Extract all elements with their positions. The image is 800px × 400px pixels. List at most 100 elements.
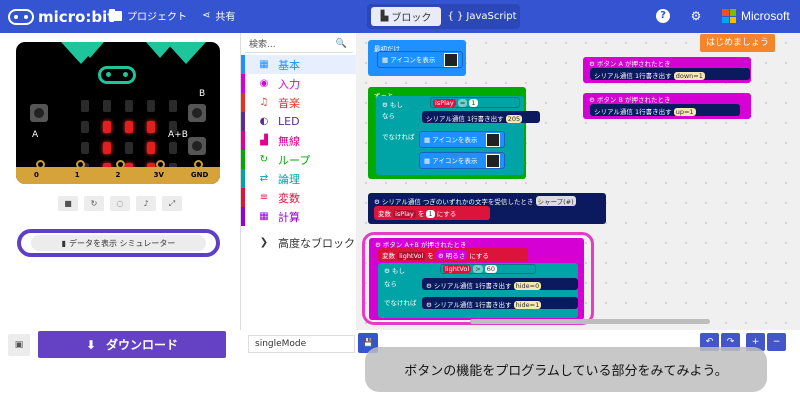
toolbox-category-5[interactable]: ↻ ループ bbox=[241, 150, 356, 169]
toolbox-category-8[interactable]: ▦ 計算 bbox=[241, 207, 356, 226]
toolbox-category-9[interactable]: ❯ 高度なブロック bbox=[241, 233, 356, 252]
collapse-sim-button[interactable]: ▣ bbox=[8, 334, 30, 356]
toolbox-category-6[interactable]: ⇄ 論理 bbox=[241, 169, 356, 188]
category-label: 論理 bbox=[278, 172, 300, 186]
microsoft-squares-icon bbox=[722, 9, 736, 23]
toolbox-category-4[interactable]: ▟ 無線 bbox=[241, 131, 356, 150]
share-button[interactable]: ⋖ 共有 bbox=[202, 8, 235, 23]
pin-label[interactable]: 0 bbox=[16, 167, 57, 184]
tab-blocks[interactable]: ▙ ブロック bbox=[371, 7, 441, 26]
button-a[interactable] bbox=[30, 104, 48, 122]
corner-notch-icon bbox=[166, 42, 206, 64]
serial-write-205[interactable]: シリアル通信 1行書き出す 205 bbox=[422, 111, 540, 123]
tutorial-caption: ボタンの機能をプログラムしている部分をみてみよう。 bbox=[365, 347, 767, 392]
toolbox-category-3[interactable]: ◐ LED bbox=[241, 112, 356, 131]
show-data-inner: ▮ データを表示 シミュレーター bbox=[31, 235, 206, 251]
button-ab-label: A+B bbox=[168, 130, 188, 140]
category-label: ループ bbox=[278, 153, 311, 167]
val-one[interactable]: 1 bbox=[469, 99, 478, 107]
serial-write-up[interactable]: シリアル通信 1行書き出す up=1 bbox=[590, 104, 740, 116]
restart-icon[interactable]: ↻ bbox=[84, 196, 104, 211]
if-text: もし bbox=[389, 101, 403, 109]
gear-icon: ⚙ bbox=[382, 101, 390, 109]
val-1[interactable]: 1 bbox=[426, 210, 435, 218]
else-label: でなければ bbox=[382, 133, 415, 141]
icon-preview[interactable] bbox=[486, 154, 500, 168]
microbit-simulator[interactable]: A B A+B 0 1 2 3V GND bbox=[16, 42, 220, 184]
serial-write-down[interactable]: シリアル通信 1行書き出す down=1 bbox=[590, 68, 750, 80]
toolbox-category-2[interactable]: ♫ 音楽 bbox=[241, 93, 356, 112]
top-bar: micro:bit プロジェクト ⋖ 共有 ▙ ブロック { } JavaScrip… bbox=[0, 0, 800, 33]
icon-preview[interactable] bbox=[444, 53, 458, 67]
delimiter-dropdown[interactable]: シャープ(#) bbox=[535, 196, 576, 206]
led bbox=[81, 100, 89, 112]
show-icon-block[interactable]: ▦ アイコンを表示 bbox=[377, 51, 463, 68]
toolbox-category-1[interactable]: ◉ 入力 bbox=[241, 74, 356, 93]
pin-label[interactable]: 2 bbox=[98, 167, 139, 184]
set-var-block[interactable]: 変数 isPlay を 1 にする bbox=[374, 206, 490, 220]
getting-started-button[interactable]: はじめましょう bbox=[700, 34, 775, 52]
pin-label[interactable]: 1 bbox=[57, 167, 98, 184]
led bbox=[81, 121, 89, 133]
fullscreen-icon[interactable]: ⤢ bbox=[162, 196, 182, 211]
show-icon-block-2[interactable]: ▦ アイコンを表示 bbox=[419, 131, 505, 148]
category-label: 計算 bbox=[278, 210, 300, 224]
category-label: 高度なブロック bbox=[278, 236, 355, 250]
help-icon[interactable]: ? bbox=[656, 9, 670, 23]
tab-javascript[interactable]: { } JavaScript bbox=[447, 7, 517, 26]
category-label: 音楽 bbox=[278, 96, 300, 110]
corner-notch-icon bbox=[76, 42, 104, 58]
serial-label: シリアル通信 1行書き出す bbox=[594, 108, 672, 116]
category-icon: ❯ bbox=[259, 237, 269, 248]
show-data-button[interactable]: ▮ データを表示 シミュレーター bbox=[17, 229, 220, 257]
compare-block[interactable]: isPlay = 1 bbox=[430, 97, 520, 108]
button-ab[interactable] bbox=[188, 137, 206, 155]
microsoft-logo[interactable]: Microsoft bbox=[722, 9, 790, 23]
category-icon: ♫ bbox=[259, 97, 269, 108]
val-up1[interactable]: up=1 bbox=[673, 108, 696, 116]
toolbox-category-0[interactable]: ▦ 基本 bbox=[241, 55, 356, 74]
mute-icon[interactable]: ♪ bbox=[136, 196, 156, 211]
tab-blocks-label: ブロック bbox=[391, 13, 432, 24]
chart-icon: ▮ bbox=[61, 238, 66, 248]
toolbox-category-7[interactable]: ≡ 変数 bbox=[241, 188, 356, 207]
stop-icon[interactable]: ■ bbox=[58, 196, 78, 211]
serial-label: シリアル通信 1行書き出す bbox=[594, 72, 672, 80]
val-down1[interactable]: down=1 bbox=[673, 72, 705, 80]
category-icon: ▟ bbox=[260, 135, 268, 146]
category-icon: ≡ bbox=[259, 192, 269, 203]
pin-label[interactable]: GND bbox=[179, 167, 220, 184]
projects-button[interactable]: プロジェクト bbox=[109, 8, 187, 23]
show-icon-block-3[interactable]: ▦ アイコンを表示 bbox=[419, 152, 505, 169]
led bbox=[169, 142, 177, 154]
workspace-scrollbar[interactable] bbox=[470, 319, 710, 324]
gear-icon[interactable]: ⚙ bbox=[689, 9, 703, 23]
download-button[interactable]: ⬇ ダウンロード bbox=[38, 331, 226, 358]
pin-label[interactable]: 3V bbox=[138, 167, 179, 184]
icon-preview[interactable] bbox=[486, 133, 500, 147]
button-b[interactable] bbox=[188, 104, 206, 122]
set-var-label: 変数 bbox=[378, 210, 391, 218]
var-isplay[interactable]: isPlay bbox=[393, 210, 416, 218]
gear-icon: ⚙ bbox=[374, 198, 382, 206]
eq-op[interactable]: = bbox=[457, 99, 468, 107]
download-label: ダウンロード bbox=[106, 338, 179, 352]
microbit-logo-icon bbox=[8, 9, 34, 25]
category-icon: ↻ bbox=[259, 154, 269, 165]
toolbox-search[interactable]: 検索... 🔍 bbox=[245, 35, 353, 53]
on-button-a-label: ボタン A が押されたとき bbox=[596, 60, 671, 68]
show-data-label: データを表示 シミュレーター bbox=[69, 238, 176, 248]
share-icon: ⋖ bbox=[202, 10, 211, 21]
grid-icon: ▦ bbox=[382, 56, 391, 64]
val-205[interactable]: 205 bbox=[505, 115, 523, 123]
var-isplay[interactable]: isPlay bbox=[433, 99, 456, 107]
zoom-out-icon[interactable]: − bbox=[767, 333, 786, 351]
slowmo-icon[interactable]: ◌ bbox=[110, 196, 130, 211]
show-icon-label: ▦ アイコンを表示 bbox=[382, 54, 435, 64]
gear-icon: ⚙ bbox=[589, 60, 597, 68]
project-name-input[interactable]: singleMode bbox=[248, 335, 355, 353]
microbit-logo[interactable]: micro:bit bbox=[8, 6, 114, 28]
category-icon: ▦ bbox=[259, 211, 269, 222]
led bbox=[103, 100, 111, 112]
search-input[interactable]: 検索... bbox=[249, 37, 276, 50]
